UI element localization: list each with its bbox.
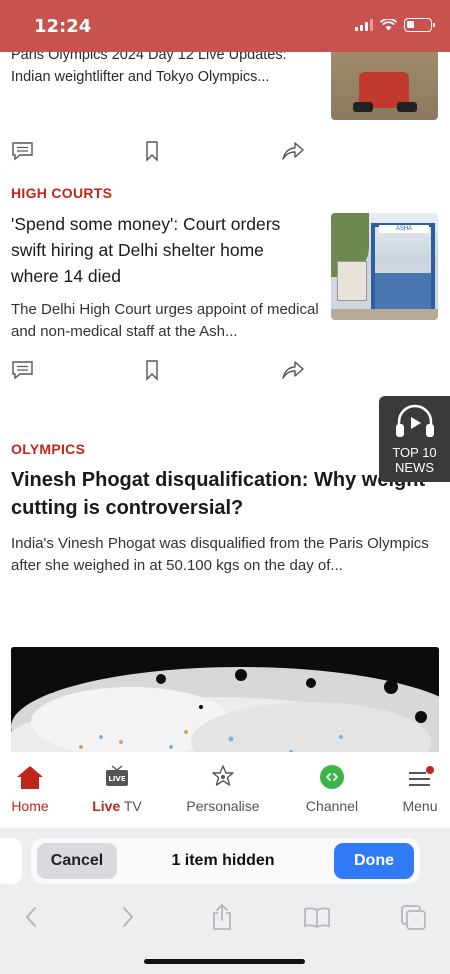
- tab-menu[interactable]: Menu: [375, 764, 450, 814]
- photo-image: [11, 647, 439, 752]
- app-tab-bar: Home LIVE Live TV Personalise Channel Me…: [0, 752, 450, 828]
- previous-panel-edge[interactable]: [0, 838, 22, 884]
- live-badge-text: LIVE: [108, 775, 125, 783]
- comment-icon[interactable]: [10, 138, 36, 164]
- signal-icon: [355, 19, 373, 31]
- status-bar: 12:24: [0, 0, 450, 52]
- tabs-icon: [401, 905, 426, 930]
- tab-menu-label: Menu: [402, 798, 438, 814]
- share-icon[interactable]: [280, 138, 306, 164]
- article-thumbnail[interactable]: [331, 52, 438, 120]
- article-summary[interactable]: India's Vinesh Phogat was disqualified f…: [11, 533, 436, 577]
- tab-home-label: Home: [11, 798, 49, 814]
- bookmark-icon[interactable]: [139, 357, 165, 383]
- bookmarks-button[interactable]: [300, 900, 334, 934]
- forward-icon: [123, 907, 134, 927]
- live-tv-icon: LIVE: [106, 765, 128, 786]
- article-actions: [0, 357, 450, 383]
- tab-home[interactable]: Home: [0, 764, 75, 814]
- article-headline[interactable]: 'Spend some money': Court orders swift h…: [11, 211, 311, 289]
- hide-items-toolbar: Cancel 1 item hidden Done: [31, 838, 420, 884]
- done-button[interactable]: Done: [334, 843, 414, 879]
- bookmark-icon[interactable]: [139, 138, 165, 164]
- article-category[interactable]: HIGH COURTS: [11, 185, 112, 201]
- hidden-items-status: 1 item hidden: [171, 852, 275, 869]
- status-icons: [355, 18, 435, 32]
- tab-live-tv[interactable]: LIVE Live TV: [72, 764, 162, 814]
- tab-channel-label: Channel: [305, 798, 359, 814]
- personalise-icon: [212, 765, 234, 786]
- hide-items-bar: Cancel 1 item hidden Done: [0, 828, 450, 894]
- menu-icon: [409, 766, 434, 786]
- tab-live-label: Live: [92, 798, 121, 814]
- tabs-button[interactable]: [396, 900, 430, 934]
- headphones-play-icon: [396, 404, 434, 437]
- back-button[interactable]: [14, 900, 48, 934]
- article-category[interactable]: OLYMPICS: [11, 441, 85, 457]
- status-time: 12:24: [34, 16, 92, 37]
- home-icon: [17, 766, 43, 789]
- article-headline[interactable]: Paris Olympics 2024 Day 12 Live Updates:…: [11, 52, 311, 88]
- article-summary[interactable]: The Delhi High Court urges appoint of me…: [11, 299, 321, 343]
- top10-news-button[interactable]: TOP 10 NEWS: [379, 396, 450, 482]
- cancel-button[interactable]: Cancel: [37, 843, 117, 879]
- share-sheet-button[interactable]: [205, 900, 239, 934]
- article-photo[interactable]: [11, 647, 439, 752]
- back-icon: [25, 907, 36, 927]
- article-thumbnail[interactable]: ASHA: [331, 213, 438, 320]
- forward-button[interactable]: [111, 900, 145, 934]
- bookmarks-icon: [304, 907, 330, 928]
- share-icon[interactable]: [280, 357, 306, 383]
- channel-icon: [320, 765, 344, 789]
- share-sheet-icon: [213, 903, 231, 930]
- battery-icon: [404, 18, 435, 32]
- comment-icon[interactable]: [10, 357, 36, 383]
- article-headline[interactable]: Vinesh Phogat disqualification: Why weig…: [11, 466, 431, 522]
- browser-toolbar: [0, 894, 450, 974]
- tab-personalise[interactable]: Personalise: [178, 764, 268, 814]
- home-indicator: [144, 959, 305, 964]
- top10-label-line1: TOP 10: [392, 445, 437, 460]
- tab-channel[interactable]: Channel: [287, 764, 377, 814]
- top10-label-line2: NEWS: [395, 460, 434, 475]
- tab-personalise-label: Personalise: [186, 798, 260, 814]
- wifi-icon: [380, 19, 397, 31]
- article-actions: [0, 138, 450, 164]
- thumbnail-sign-text: ASHA: [379, 225, 429, 233]
- tab-tv-label: TV: [120, 798, 142, 814]
